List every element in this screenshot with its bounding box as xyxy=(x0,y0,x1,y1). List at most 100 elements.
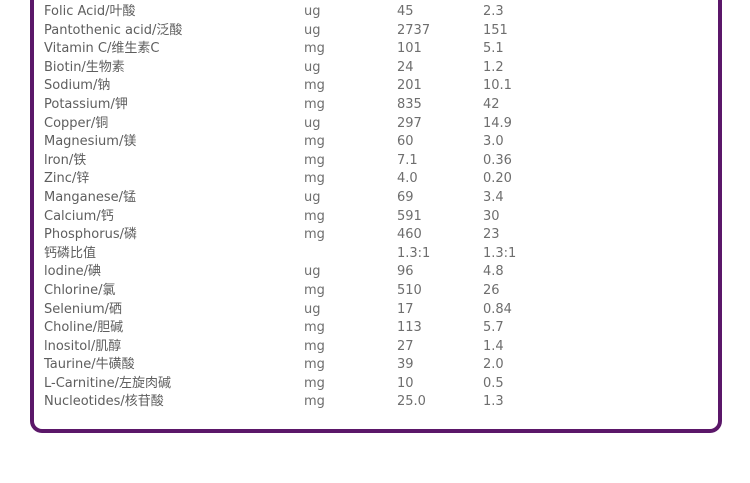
nutrient-name: Chlorine/氯 xyxy=(44,282,116,298)
nutrient-unit: ug xyxy=(304,189,321,205)
nutrient-row: Choline/胆碱 mg 113 5.7 xyxy=(44,319,704,338)
nutrient-value: 460 xyxy=(397,227,422,243)
nutrient-name: Nucleotides/核苷酸 xyxy=(44,394,164,410)
nutrient-value: 10 xyxy=(397,375,414,391)
nutrient-name: Sodium/钠 xyxy=(44,78,111,94)
nutrient-name: Selenium/硒 xyxy=(44,301,122,317)
nutrient-unit: ug xyxy=(304,22,321,38)
nutrient-value: 69 xyxy=(397,189,414,205)
nutrient-value: 201 xyxy=(397,78,422,94)
nutrient-row: Phosphorus/磷 mg 460 23 xyxy=(44,226,704,245)
nutrient-unit: ug xyxy=(304,301,321,317)
nutrient-nrv-percent: 26 xyxy=(483,282,500,298)
nutrient-row: Vitamin C/维生素C mg 101 5.1 xyxy=(44,40,704,59)
nutrient-nrv-percent: 0.84 xyxy=(483,301,512,317)
nutrient-value: 510 xyxy=(397,282,422,298)
nutrient-nrv-percent: 30 xyxy=(483,208,500,224)
nutrient-row: Selenium/硒 ug 17 0.84 xyxy=(44,301,704,320)
nutrient-unit: mg xyxy=(304,227,325,243)
nutrient-value: 25.0 xyxy=(397,394,426,410)
nutrient-value: 101 xyxy=(397,41,422,57)
nutrient-name: Choline/胆碱 xyxy=(44,320,124,336)
nutrient-row: L-Carnitine/左旋肉碱 mg 10 0.5 xyxy=(44,375,704,394)
nutrient-value: 835 xyxy=(397,96,422,112)
nutrient-nrv-percent: 42 xyxy=(483,96,500,112)
nutrient-nrv-percent: 1.4 xyxy=(483,338,504,354)
nutrient-nrv-percent: 0.36 xyxy=(483,152,512,168)
nutrient-unit: mg xyxy=(304,152,325,168)
nutrient-unit: mg xyxy=(304,282,325,298)
nutrient-name: 钙磷比值 xyxy=(44,245,97,261)
nutrient-row: Pantothenic acid/泛酸 ug 2737 151 xyxy=(44,22,704,41)
nutrient-unit: mg xyxy=(304,320,325,336)
nutrient-name: lron/铁 xyxy=(44,152,87,168)
nutrient-row: lnositol/肌醇 mg 27 1.4 xyxy=(44,338,704,357)
nutrient-unit: ug xyxy=(304,115,321,131)
nutrient-row: Taurine/牛磺酸 mg 39 2.0 xyxy=(44,356,704,375)
nutrient-nrv-percent: 2.3 xyxy=(483,4,504,19)
nutrient-row: Folic Acid/叶酸 ug 45 2.3 xyxy=(44,3,704,22)
nutrient-value: 45 xyxy=(397,4,414,19)
nutrient-unit: mg xyxy=(304,375,325,391)
nutrient-value: 96 xyxy=(397,264,414,280)
nutrient-unit: mg xyxy=(304,357,325,373)
nutrient-name: Vitamin C/维生素C xyxy=(44,41,160,57)
nutrition-table: Folic Acid/叶酸 ug 45 2.3 Pantothenic acid/泛酸 u… xyxy=(44,3,704,412)
nutrient-nrv-percent: 3.0 xyxy=(483,134,504,150)
nutrient-unit: mg xyxy=(304,134,325,150)
nutrient-row: Zinc/锌 mg 4.0 0.20 xyxy=(44,170,704,189)
nutrient-name: Taurine/牛磺酸 xyxy=(44,357,135,373)
nutrient-row: Manganese/锰 ug 69 3.4 xyxy=(44,189,704,208)
nutrient-nrv-percent: 10.1 xyxy=(483,78,512,94)
nutrient-name: lodine/碘 xyxy=(44,264,102,280)
nutrient-value: 24 xyxy=(397,59,414,75)
nutrient-value: 591 xyxy=(397,208,422,224)
nutrient-nrv-percent: 5.1 xyxy=(483,41,504,57)
nutrient-unit: ug xyxy=(304,264,321,280)
nutrient-unit: mg xyxy=(304,41,325,57)
nutrient-value: 4.0 xyxy=(397,171,418,187)
nutrient-name: Pantothenic acid/泛酸 xyxy=(44,22,183,38)
nutrient-nrv-percent: 1.2 xyxy=(483,59,504,75)
nutrient-row: Sodium/钠 mg 201 10.1 xyxy=(44,77,704,96)
nutrient-row: Magnesium/镁 mg 60 3.0 xyxy=(44,133,704,152)
nutrient-value: 39 xyxy=(397,357,414,373)
nutrient-value: 297 xyxy=(397,115,422,131)
nutrient-unit: mg xyxy=(304,208,325,224)
nutrient-value: 27 xyxy=(397,338,414,354)
nutrient-nrv-percent: 151 xyxy=(483,22,508,38)
nutrient-unit: mg xyxy=(304,171,325,187)
nutrient-nrv-percent: 1.3 xyxy=(483,394,504,410)
nutrient-name: Phosphorus/磷 xyxy=(44,227,137,243)
nutrient-unit: ug xyxy=(304,59,321,75)
nutrient-nrv-percent: 14.9 xyxy=(483,115,512,131)
nutrient-nrv-percent: 1.3:1 xyxy=(483,245,517,261)
nutrient-value: 113 xyxy=(397,320,422,336)
nutrient-name: Manganese/锰 xyxy=(44,189,137,205)
nutrient-name: Folic Acid/叶酸 xyxy=(44,4,136,19)
nutrient-row: Potassium/钾 mg 835 42 xyxy=(44,96,704,115)
nutrient-row: Copper/铜 ug 297 14.9 xyxy=(44,115,704,134)
nutrient-unit: mg xyxy=(304,394,325,410)
nutrient-value: 1.3:1 xyxy=(397,245,431,261)
nutrient-value: 17 xyxy=(397,301,414,317)
nutrient-row: Calcium/钙 mg 591 30 xyxy=(44,208,704,227)
nutrient-value: 2737 xyxy=(397,22,431,38)
nutrient-row: lron/铁 mg 7.1 0.36 xyxy=(44,152,704,171)
nutrient-row: lodine/碘 ug 96 4.8 xyxy=(44,263,704,282)
nutrient-nrv-percent: 4.8 xyxy=(483,264,504,280)
nutrient-name: Biotin/生物素 xyxy=(44,59,125,75)
nutrient-nrv-percent: 5.7 xyxy=(483,320,504,336)
nutrient-nrv-percent: 0.20 xyxy=(483,171,512,187)
nutrient-nrv-percent: 23 xyxy=(483,227,500,243)
nutrient-nrv-percent: 0.5 xyxy=(483,375,504,391)
nutrient-name: Potassium/钾 xyxy=(44,96,128,112)
nutrient-name: lnositol/肌醇 xyxy=(44,338,122,354)
nutrient-row: Nucleotides/核苷酸 mg 25.0 1.3 xyxy=(44,393,704,412)
nutrient-row: 钙磷比值 1.3:1 1.3:1 xyxy=(44,245,704,264)
nutrient-name: Zinc/锌 xyxy=(44,171,90,187)
nutrient-name: Copper/铜 xyxy=(44,115,109,131)
nutrient-nrv-percent: 3.4 xyxy=(483,189,504,205)
nutrient-name: L-Carnitine/左旋肉碱 xyxy=(44,375,172,391)
nutrient-row: Chlorine/氯 mg 510 26 xyxy=(44,282,704,301)
